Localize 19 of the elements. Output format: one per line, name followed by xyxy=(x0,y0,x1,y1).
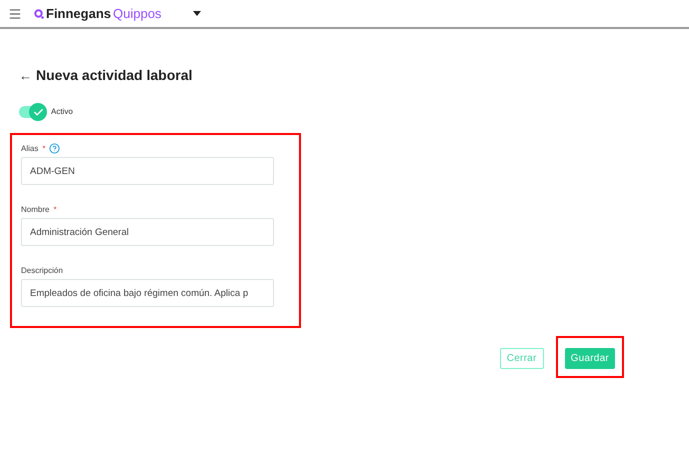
text-field[interactable]: ADM-GEN xyxy=(21,157,274,185)
required-mark: * xyxy=(42,142,46,154)
dropdown-caret-icon[interactable] xyxy=(193,11,202,16)
active-switch[interactable] xyxy=(19,106,45,118)
text-field[interactable]: Empleados de oficina bajo régimen común. Aplica p xyxy=(21,279,274,307)
logo-icon xyxy=(34,8,44,18)
required-mark: * xyxy=(53,204,57,216)
switch-label: Activo xyxy=(51,106,73,118)
check-icon xyxy=(32,106,44,118)
field-label: Nombre xyxy=(21,204,50,216)
product-name: Quippos xyxy=(113,4,162,23)
menu-icon[interactable] xyxy=(8,6,22,20)
back-arrow[interactable]: ← xyxy=(19,66,32,86)
page-title: Nueva actividad laboral xyxy=(36,66,192,85)
help-icon[interactable] xyxy=(49,143,60,154)
field-label: Descripción xyxy=(21,264,63,276)
text-field[interactable]: Administración General xyxy=(21,218,274,246)
brand-name: Finnegans xyxy=(46,4,112,23)
field-label: Alias xyxy=(21,142,38,154)
